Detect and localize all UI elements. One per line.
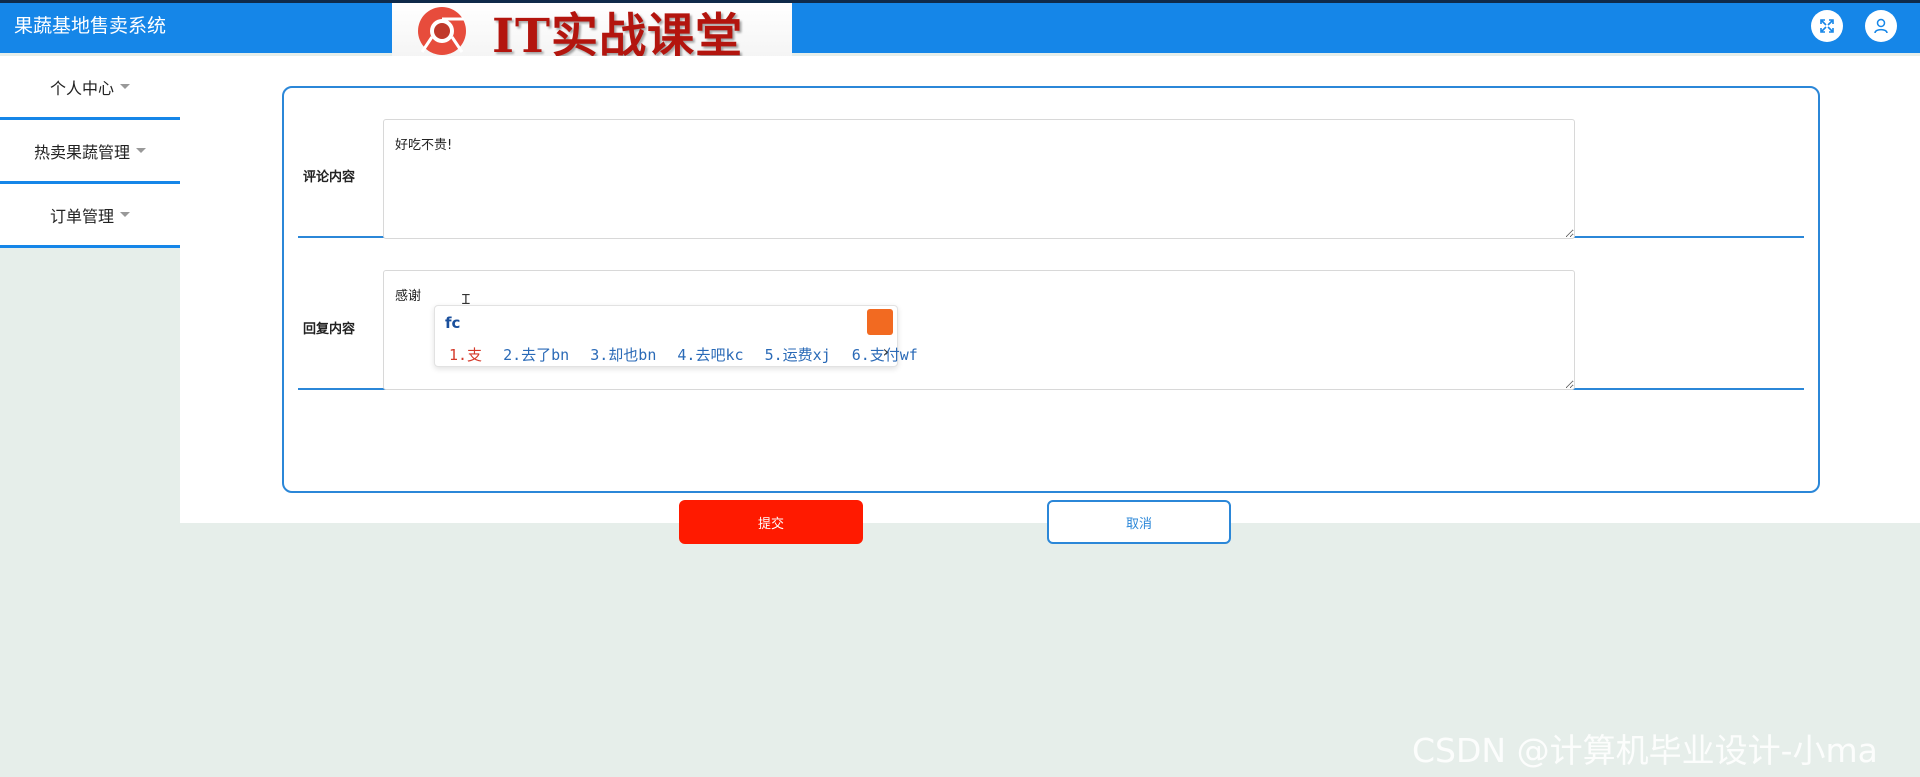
chrome-logo-icon: [418, 7, 466, 55]
sidebar-item-personal-center[interactable]: 个人中心: [0, 56, 180, 120]
banner: IT实战课堂: [392, 3, 792, 64]
ime-candidate[interactable]: 2.去了bn: [503, 346, 569, 364]
reply-label: 回复内容: [303, 322, 356, 337]
sidebar-item-hot-produce[interactable]: 热卖果蔬管理: [0, 120, 180, 184]
sidebar-item-orders[interactable]: 订单管理: [0, 184, 180, 248]
ime-input-text: fc: [445, 314, 461, 332]
sidebar-item-label: 个人中心: [49, 78, 114, 98]
ime-logo-icon: [867, 309, 893, 335]
comment-textarea[interactable]: 好吃不贵!: [383, 119, 1575, 239]
sidebar-item-label: 热卖果蔬管理: [33, 142, 130, 162]
reply-form: 评论内容 好吃不贵! 回复内容 感谢 提交 取消: [282, 86, 1820, 544]
ime-candidate[interactable]: 3.却也bn: [590, 346, 656, 364]
comment-row: 评论内容 好吃不贵!: [298, 88, 1804, 239]
ime-candidates[interactable]: 1.支 2.去了bn 3.却也bn 4.去吧kc 5.运费xj 6.支付wf: [449, 344, 930, 365]
ime-candidate[interactable]: 5.运费xj: [765, 346, 831, 364]
top-header: 果蔬基地售卖系统 IT实战课堂: [0, 0, 1920, 64]
ime-candidate[interactable]: 4.去吧kc: [677, 346, 743, 364]
submit-button[interactable]: 提交: [679, 500, 863, 544]
comment-label: 评论内容: [303, 170, 356, 185]
chevron-right-icon[interactable]: ›: [883, 342, 889, 361]
ime-candidate-popup[interactable]: fc 1.支 2.去了bn 3.却也bn 4.去吧kc 5.运费xj 6.支付w…: [434, 305, 918, 367]
cancel-button[interactable]: 取消: [1047, 500, 1231, 544]
user-icon[interactable]: [1865, 10, 1897, 42]
caret-down-icon: [120, 212, 130, 217]
caret-down-icon: [120, 84, 130, 89]
caret-down-icon: [136, 148, 146, 153]
app-title: 果蔬基地售卖系统: [14, 15, 167, 37]
sidebar: 个人中心 热卖果蔬管理 订单管理: [0, 56, 180, 248]
sidebar-item-label: 订单管理: [49, 206, 114, 226]
watermark: CSDN @计算机毕业设计-小ma: [1412, 731, 1878, 770]
ime-candidate[interactable]: 1.支: [449, 346, 482, 364]
expand-icon[interactable]: [1811, 10, 1843, 42]
